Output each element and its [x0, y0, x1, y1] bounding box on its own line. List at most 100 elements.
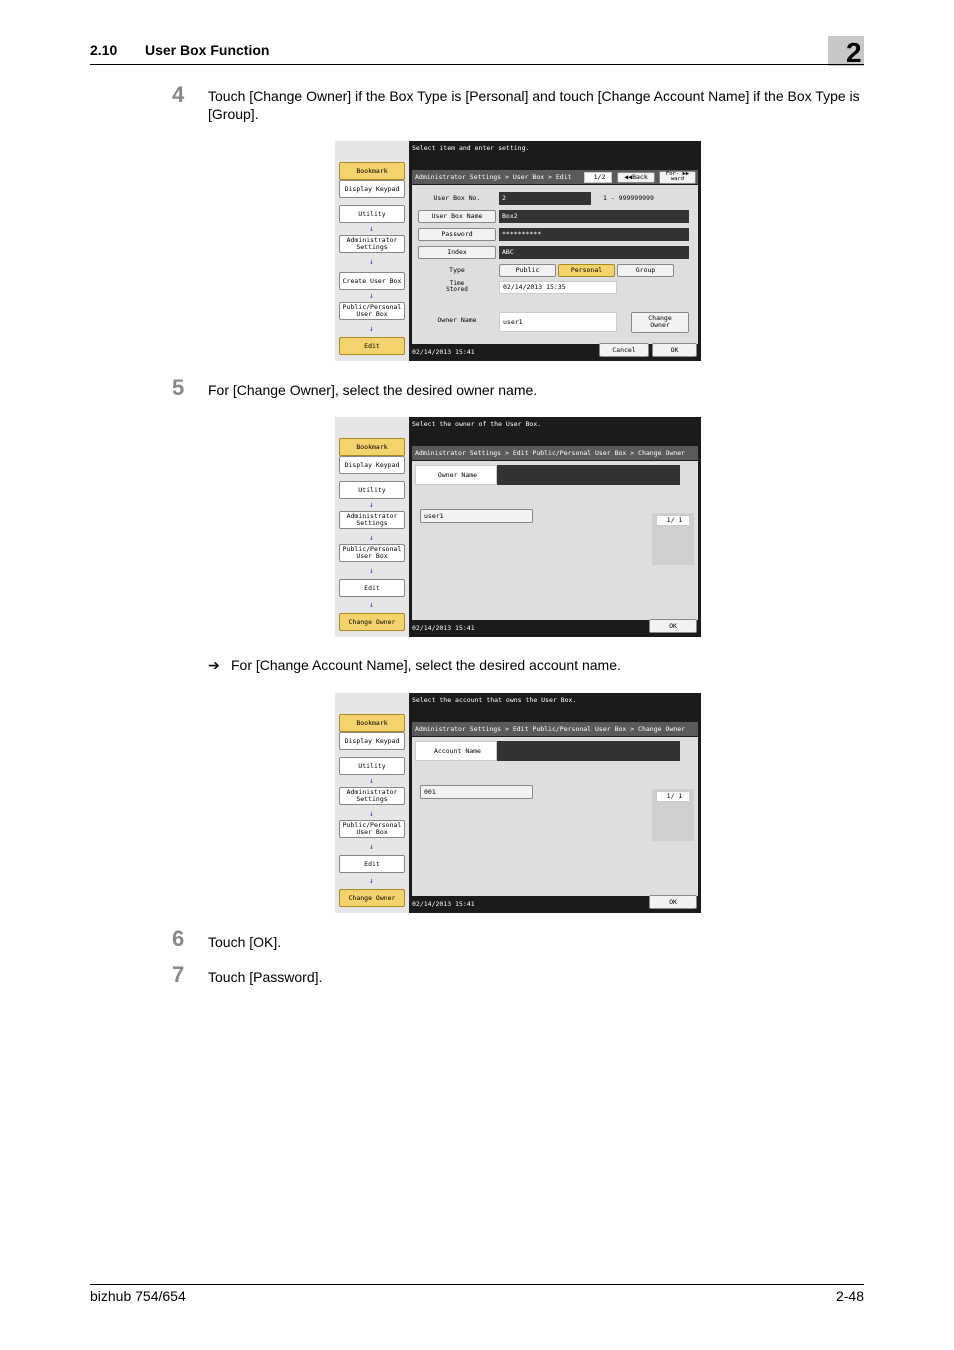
forward-label-2: ward — [670, 176, 685, 182]
step-5-number: 5 — [172, 375, 185, 400]
header-rule — [90, 64, 864, 65]
step-4-number: 4 — [172, 82, 185, 107]
password-field[interactable]: ********** — [499, 228, 689, 241]
pp-label-2: User Box — [356, 552, 388, 560]
utility-button[interactable]: Utility — [339, 757, 405, 775]
box-no-range: 1 - 999999999 — [603, 194, 654, 202]
down-arrow-icon: ↓ — [369, 533, 374, 542]
section-title: User Box Function — [145, 42, 270, 58]
type-group-button[interactable]: Group — [617, 264, 674, 277]
back-button[interactable]: ◀◀Back — [617, 172, 655, 183]
bookmark-button[interactable]: Bookmark — [339, 714, 405, 732]
down-arrow-icon: ↓ — [369, 842, 374, 851]
down-arrow-icon: ↓ — [369, 324, 374, 333]
public-personal-box-button[interactable]: Public/Personal User Box — [339, 544, 405, 562]
owner-name-field: user1 — [499, 312, 617, 332]
screen-title: Select the owner of the User Box. — [409, 417, 701, 443]
down-arrow-icon: ↓ — [369, 876, 374, 885]
page-indicator: 1/ 1 — [656, 515, 690, 526]
step-7-text: Touch [Password]. — [208, 969, 323, 985]
sidebar: Bookmark Display Keypad Utility ↓ Admini… — [335, 417, 409, 637]
down-arrow-icon: ↓ — [369, 776, 374, 785]
change-owner-label-2: Owner — [650, 321, 670, 329]
step-7-number: 7 — [172, 962, 185, 987]
create-user-box-button[interactable]: Create User Box — [339, 272, 405, 290]
settings-panel: 1/2 ◀◀Back For- ▶▶ ward User Box No. 2 1 … — [412, 171, 698, 344]
pp-label-2: User Box — [356, 828, 388, 836]
account-list-item[interactable]: 001 — [420, 785, 533, 799]
box-name-button[interactable]: User Box Name — [418, 210, 496, 223]
down-arrow-icon: ↓ — [369, 600, 374, 609]
page-indicator: 1/ 1 — [656, 791, 690, 802]
admin-label-2: Settings — [356, 519, 388, 527]
down-arrow-icon: ↓ — [369, 500, 374, 509]
display-keypad-button[interactable]: Display Keypad — [339, 456, 405, 474]
cancel-button[interactable]: Cancel — [599, 343, 649, 357]
bookmark-button[interactable]: Bookmark — [339, 162, 405, 180]
edit-button[interactable]: Edit — [339, 337, 405, 355]
screen-change-account: Bookmark Display Keypad Utility ↓ Admini… — [335, 693, 701, 913]
step-6-number: 6 — [172, 926, 185, 951]
pp-label-2: User Box — [356, 310, 388, 318]
edit-button[interactable]: Edit — [339, 579, 405, 597]
change-owner-button[interactable]: Change Owner — [339, 889, 405, 907]
screen-title: Select the account that owns the User Bo… — [409, 693, 701, 719]
account-list-panel: Account Name 001 1/ 1 — [412, 737, 698, 896]
time-label-2: Stored — [446, 286, 468, 293]
ok-button[interactable]: OK — [649, 619, 697, 633]
screen-title: Select item and enter setting. — [409, 141, 701, 167]
time-stored-label: Time Stored — [418, 281, 496, 293]
breadcrumb: Administrator Settings > User Box > Edit — [412, 170, 698, 184]
bookmark-button[interactable]: Bookmark — [339, 438, 405, 456]
type-label: Type — [449, 266, 465, 274]
admin-settings-button[interactable]: Administrator Settings — [339, 787, 405, 805]
admin-settings-button[interactable]: Administrator Settings — [339, 511, 405, 529]
edit-button[interactable]: Edit — [339, 855, 405, 873]
step-5-text: For [Change Owner], select the desired o… — [208, 382, 538, 398]
substep-text: For [Change Account Name], select the de… — [231, 657, 621, 673]
type-public-button[interactable]: Public — [499, 264, 556, 277]
type-personal-button[interactable]: Personal — [558, 264, 615, 277]
index-button[interactable]: Index — [418, 246, 496, 259]
forward-button[interactable]: For- ▶▶ ward — [659, 171, 696, 184]
section-number: 2.10 — [90, 42, 118, 58]
owner-list-panel: Owner Name user1 1/ 1 — [412, 461, 698, 620]
box-no-field[interactable]: 2 — [499, 192, 591, 205]
admin-label-2: Settings — [356, 795, 388, 803]
admin-label-2: Settings — [356, 243, 388, 251]
sidebar: Bookmark Display Keypad Utility ↓ Admini… — [335, 141, 409, 361]
down-arrow-icon: ↓ — [369, 291, 374, 300]
admin-settings-button[interactable]: Administrator Settings — [339, 235, 405, 253]
utility-button[interactable]: Utility — [339, 205, 405, 223]
arrow-icon: ➔ — [208, 657, 220, 673]
footer-rule — [90, 1284, 864, 1285]
account-name-field[interactable] — [497, 741, 680, 761]
down-arrow-icon: ↓ — [369, 257, 374, 266]
index-field[interactable]: ABC — [499, 246, 689, 259]
owner-name-field[interactable] — [497, 465, 680, 485]
owner-name-label: Owner Name — [415, 465, 497, 485]
page-indicator: 1/2 — [584, 172, 612, 183]
password-button[interactable]: Password — [418, 228, 496, 241]
owner-list-item[interactable]: user1 — [420, 509, 533, 523]
screen-edit-user-box: Bookmark Display Keypad Utility ↓ Admini… — [335, 141, 701, 361]
display-keypad-button[interactable]: Display Keypad — [339, 732, 405, 750]
utility-button[interactable]: Utility — [339, 481, 405, 499]
public-personal-box-button[interactable]: Public/Personal User Box — [339, 302, 405, 320]
display-keypad-button[interactable]: Display Keypad — [339, 180, 405, 198]
ok-button[interactable]: OK — [652, 343, 697, 357]
box-no-label: User Box No. — [433, 194, 481, 202]
public-personal-box-button[interactable]: Public/Personal User Box — [339, 820, 405, 838]
down-arrow-icon: ↓ — [369, 809, 374, 818]
footer-page-number: 2-48 — [835, 1288, 864, 1304]
sidebar: Bookmark Display Keypad Utility ↓ Admini… — [335, 693, 409, 913]
box-name-field[interactable]: Box2 — [499, 210, 689, 223]
change-owner-button[interactable]: Change Owner — [339, 613, 405, 631]
ok-button[interactable]: OK — [649, 895, 697, 909]
down-arrow-icon: ↓ — [369, 224, 374, 233]
down-arrow-icon: ↓ — [369, 566, 374, 575]
step-6-text: Touch [OK]. — [208, 934, 282, 950]
owner-name-label: Owner Name — [437, 316, 477, 324]
breadcrumb: Administrator Settings > Edit Public/Per… — [412, 446, 698, 460]
change-owner-button[interactable]: Change Owner — [631, 312, 689, 333]
